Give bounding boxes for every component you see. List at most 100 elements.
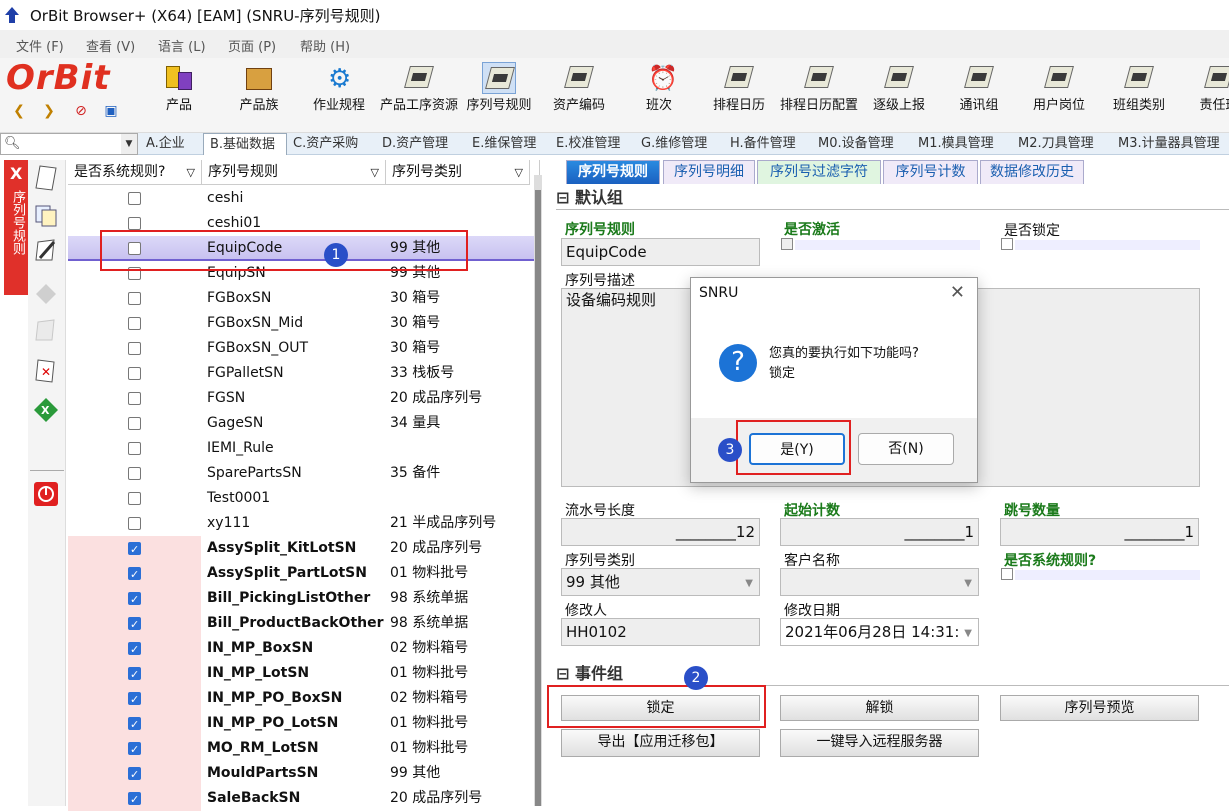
module-tab[interactable]: M2.刀具管理 [1012,133,1112,155]
system-rule-checkbox[interactable] [128,392,141,405]
toolbar-button[interactable]: 序列号规则 [460,60,538,132]
exit-icon[interactable] [32,480,60,508]
type-select[interactable]: 99 其他 ▼ [561,568,760,596]
toolbar-button[interactable]: ⚙ 作业规程 [300,60,378,132]
toolbar-button[interactable]: ⏰ 班次 [620,60,698,132]
table-row[interactable]: GageSN 34 量具 [68,411,540,436]
edit-icon[interactable] [32,236,60,264]
menu-language[interactable]: 语言 (L) [158,36,206,55]
delete-icon[interactable]: ✕ [32,356,60,384]
toolbar-button[interactable]: 产品族 [220,60,298,132]
system-rule-checkbox[interactable] [128,367,141,380]
table-row[interactable]: MO_RM_LotSN 01 物料批号 [68,736,540,762]
save-icon[interactable] [32,280,60,308]
system-rule-checkbox[interactable] [128,762,141,787]
toolbar-button[interactable]: 用户岗位 [1020,60,1098,132]
toolbar-button[interactable]: 排程日历 [700,60,778,132]
length-field[interactable]: ________12 [561,518,760,546]
system-rule-checkbox[interactable] [128,467,141,480]
table-row[interactable]: MouldPartsSN 99 其他 [68,761,540,787]
table-row[interactable]: AssySplit_KitLotSN 20 成品序列号 [68,536,540,562]
system-rule-checkbox[interactable] [128,712,141,737]
date-field[interactable]: 2021年06月28日 14:31: ▼ [780,618,979,646]
scrollbar-thumb[interactable] [535,190,541,806]
col-header-type[interactable]: 序列号类别 ▽ [386,160,530,185]
export-button[interactable]: 导出【应用迁移包】 [561,729,760,757]
detail-tab[interactable]: 序列号明细 [663,160,755,184]
back-icon[interactable]: ❮ [10,102,28,120]
chevron-down-icon[interactable]: ▼ [121,134,137,154]
module-tab[interactable]: M1.模具管理 [912,133,1012,155]
module-tab[interactable]: D.资产管理 [376,133,466,155]
system-rule-checkbox[interactable] [128,637,141,662]
excel-icon[interactable]: X [32,396,60,424]
table-row[interactable]: IN_MP_PO_LotSN 01 物料批号 [68,711,540,737]
col-header-rule[interactable]: 序列号规则 ▽ [202,160,386,185]
unlock-button[interactable]: 解锁 [780,695,979,721]
module-tab[interactable]: H.备件管理 [724,133,812,155]
toolbar-button[interactable]: 逐级上报 [860,60,938,132]
system-rule-checkbox[interactable] [128,662,141,687]
module-tab[interactable]: B.基础数据 [203,133,287,155]
table-row[interactable]: ceshi [68,186,540,211]
active-checkbox[interactable] [781,238,793,250]
filter-icon[interactable]: ▽ [515,160,523,185]
table-row[interactable]: FGBoxSN 30 箱号 [68,286,540,311]
start-field[interactable]: ________1 [780,518,979,546]
close-icon[interactable]: ✕ [950,282,965,303]
toolbar-button[interactable]: 班组类别 [1100,60,1178,132]
stop-icon[interactable]: ⊘ [72,102,90,120]
customer-select[interactable]: ▼ [780,568,979,596]
table-row[interactable]: Bill_ProductBackOther 98 系统单据 [68,611,540,637]
module-tab[interactable]: M0.设备管理 [812,133,912,155]
table-row[interactable]: IN_MP_PO_BoxSN 02 物料箱号 [68,686,540,712]
system-rule-checkbox[interactable] [128,192,141,205]
modifier-field[interactable]: HH0102 [561,618,760,646]
toolbar-button[interactable]: 产品工序资源 [380,60,458,132]
module-tab[interactable]: E.维保管理 [466,133,550,155]
menu-page[interactable]: 页面 (P) [228,36,276,55]
detail-tab[interactable]: 序列号过滤字符 [757,160,881,184]
undo-icon[interactable] [32,316,60,344]
print-icon[interactable]: ▣ [102,102,120,120]
toolbar-button[interactable]: 排程日历配置 [780,60,858,132]
import-remote-button[interactable]: 一键导入远程服务器 [780,729,979,757]
system-rule-checkbox[interactable] [128,492,141,505]
toolbar-button[interactable]: 资产编码 [540,60,618,132]
toolbar-button[interactable]: 责任班 [1180,60,1229,132]
table-row[interactable]: FGSN 20 成品序列号 [68,386,540,411]
menu-file[interactable]: 文件 (F) [16,36,64,55]
preview-button[interactable]: 序列号预览 [1000,695,1199,721]
table-row[interactable]: IEMI_Rule [68,436,540,461]
table-row[interactable]: AssySplit_PartLotSN 01 物料批号 [68,561,540,587]
close-icon[interactable]: X [10,164,22,183]
system-rule-checkbox[interactable] [128,687,141,712]
table-row[interactable]: IN_MP_LotSN 01 物料批号 [68,661,540,687]
sys-checkbox[interactable] [1001,568,1013,580]
system-rule-checkbox[interactable] [128,442,141,455]
table-row[interactable]: FGPalletSN 33 栈板号 [68,361,540,386]
copy-icon[interactable] [32,200,60,228]
system-rule-checkbox[interactable] [128,612,141,637]
table-row[interactable]: SparePartsSN 35 备件 [68,461,540,486]
system-rule-checkbox[interactable] [128,537,141,562]
forward-icon[interactable]: ❯ [40,102,58,120]
menu-view[interactable]: 查看 (V) [86,36,135,55]
system-rule-checkbox[interactable] [128,562,141,587]
search-input[interactable]: 🔍︎ ▼ [0,133,138,155]
module-tab[interactable]: A.企业 [140,133,203,155]
detail-tab[interactable]: 数据修改历史 [980,160,1084,184]
toolbar-button[interactable]: 通讯组 [940,60,1018,132]
system-rule-checkbox[interactable] [128,787,141,812]
detail-tab[interactable]: 序列号规则 [566,160,660,184]
table-row[interactable]: Bill_PickingListOther 98 系统单据 [68,586,540,612]
module-tab[interactable]: G.维修管理 [635,133,724,155]
locked-checkbox[interactable] [1001,238,1013,250]
skip-field[interactable]: ________1 [1000,518,1199,546]
table-row[interactable]: FGBoxSN_Mid 30 箱号 [68,311,540,336]
filter-icon[interactable]: ▽ [371,160,379,185]
module-tab[interactable]: E.校准管理 [550,133,635,155]
system-rule-checkbox[interactable] [128,737,141,762]
system-rule-checkbox[interactable] [128,317,141,330]
system-rule-checkbox[interactable] [128,217,141,230]
